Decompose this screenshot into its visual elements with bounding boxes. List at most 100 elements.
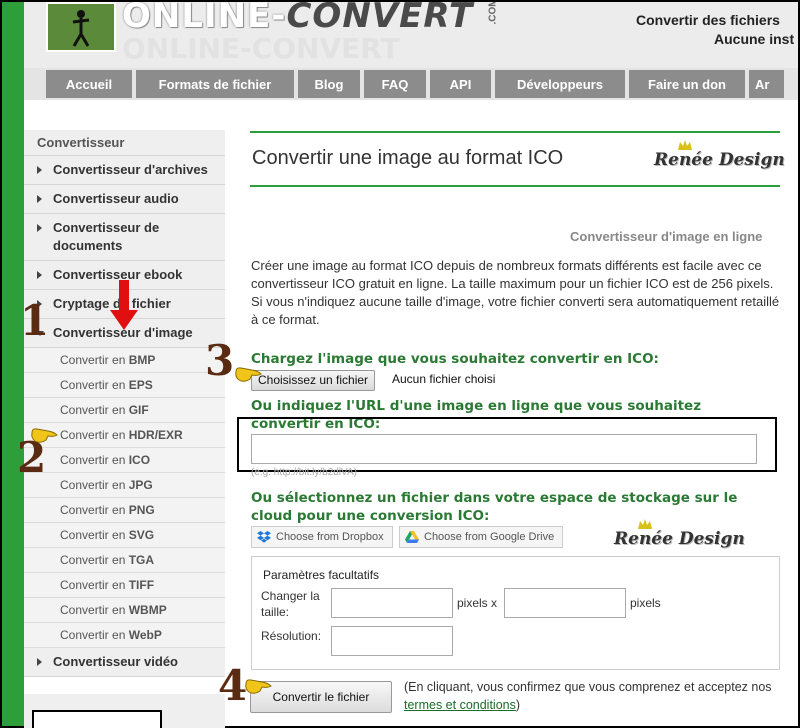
sidebar-item-archives[interactable]: Convertisseur d'archives (24, 156, 225, 185)
resolution-input[interactable] (331, 626, 453, 656)
chevron-right-icon (37, 224, 42, 232)
step-number-1: 1 (20, 296, 50, 345)
google-drive-icon (405, 531, 419, 543)
sidebar-item-label: Convertisseur vidéo (53, 654, 178, 669)
page-title: Convertir une image au format ICO (252, 147, 564, 169)
sidebar-title: Convertisseur (24, 130, 225, 156)
resize-label: Changer la taille: (261, 589, 320, 619)
choose-file-button[interactable]: Choisissez un fichier (251, 370, 376, 391)
submenu-item-wbmp[interactable]: Convertir en WBMP (24, 598, 225, 623)
page-subtitle: Convertisseur d'image en ligne (570, 229, 763, 244)
submenu-item-ico[interactable]: Convertir en ICO (24, 448, 225, 473)
google-drive-label: Choose from Google Drive (424, 531, 555, 543)
logo-part2: CONVERT (286, 2, 474, 36)
google-drive-button[interactable]: Choose from Google Drive (399, 526, 564, 548)
terms-notice-end: ) (515, 698, 521, 712)
submenu-format: WBMP (128, 603, 167, 617)
page-description: Créer une image au format ICO depuis de … (251, 258, 780, 327)
image-submenu: Convertir en BMP Convertir en EPS Converti… (24, 348, 225, 648)
watermark-text: Renée Design (614, 529, 745, 549)
submenu-item-svg[interactable]: Convertir en SVG (24, 523, 225, 548)
submenu-format: HDR/EXR (128, 428, 183, 442)
nav-more[interactable]: Ar (749, 70, 784, 98)
upload-label: Chargez l'image que vous souhaitez conve… (251, 351, 659, 367)
nav-blog[interactable]: Blog (298, 70, 360, 98)
chevron-right-icon (37, 166, 42, 174)
submenu-prefix: Convertir en (60, 603, 126, 617)
sidebar-bottom-box (32, 710, 162, 728)
submenu-prefix: Convertir en (60, 528, 126, 542)
submenu-item-bmp[interactable]: Convertir en BMP (24, 348, 225, 373)
sidebar-item-video[interactable]: Convertisseur vidéo (24, 648, 225, 677)
step-number-4: 4 (218, 661, 248, 710)
height-unit: pixels (630, 596, 661, 610)
logo-reflection: ONLINE-CONVERT (122, 32, 400, 65)
submenu-prefix: Convertir en (60, 378, 126, 392)
submenu-prefix: Convertir en (60, 353, 126, 367)
chevron-right-icon (37, 658, 42, 666)
submenu-item-png[interactable]: Convertir en PNG (24, 498, 225, 523)
dropbox-icon (257, 531, 271, 543)
crown-icon (638, 519, 652, 529)
submenu-item-jpg[interactable]: Convertir en JPG (24, 473, 225, 498)
left-green-strip (2, 2, 24, 726)
sidebar-item-label: Convertisseur de documents (53, 220, 160, 253)
chevron-right-icon (37, 195, 42, 203)
sidebar-item-audio[interactable]: Convertisseur audio (24, 185, 225, 214)
terms-notice-text: (En cliquant, vous confirmez que vous co… (404, 680, 772, 694)
no-file-status: Aucun fichier choisi (392, 372, 496, 386)
nav-formats[interactable]: Formats de fichier (136, 70, 294, 98)
sidebar: Convertisseur Convertisseur d'archives C… (24, 130, 225, 677)
submenu-item-tga[interactable]: Convertir en TGA (24, 548, 225, 573)
url-hint: (e.g. http://bit.ly/b2dlVA) (251, 467, 357, 478)
submenu-format: TGA (128, 553, 155, 567)
watermark-text: Renée Design (654, 150, 785, 170)
pointing-hand-icon (31, 428, 58, 443)
nav-faq[interactable]: FAQ (364, 70, 426, 98)
height-input[interactable] (504, 588, 626, 618)
submenu-prefix: Convertir en (60, 503, 126, 517)
submenu-format: GIF (128, 403, 149, 417)
submenu-format: BMP (128, 353, 156, 367)
sidebar-item-label: Convertisseur d'archives (53, 162, 208, 177)
dropbox-button[interactable]: Choose from Dropbox (251, 526, 393, 548)
nav-api[interactable]: API (430, 70, 491, 98)
nav-developpeurs[interactable]: Développeurs (495, 70, 625, 98)
submenu-format: PNG (128, 503, 155, 517)
submenu-item-gif[interactable]: Convertir en GIF (24, 398, 225, 423)
submenu-prefix: Convertir en (60, 628, 126, 642)
submenu-item-eps[interactable]: Convertir en EPS (24, 373, 225, 398)
resolution-label: Résolution: (261, 629, 322, 643)
main-nav: Accueil Formats de fichier Blog FAQ API … (46, 70, 784, 98)
url-input[interactable] (251, 434, 757, 464)
submenu-prefix: Convertir en (60, 478, 126, 492)
pointing-hand-icon (235, 367, 262, 382)
sidebar-item-label: Convertisseur audio (53, 191, 179, 206)
crown-icon (678, 140, 692, 150)
terms-notice: (En cliquant, vous confirmez que vous co… (404, 678, 800, 714)
submenu-format: WebP (128, 628, 162, 642)
submenu-format: SVG (128, 528, 155, 542)
submenu-prefix: Convertir en (60, 553, 126, 567)
red-arrow-icon (110, 280, 138, 330)
site-logo[interactable]: ONLINE-CONVERT (122, 2, 473, 36)
sidebar-item-documents[interactable]: Convertisseur de documents (24, 214, 225, 261)
terms-link[interactable]: termes et conditions (404, 698, 516, 712)
nav-accueil[interactable]: Accueil (46, 70, 132, 98)
submenu-item-webp[interactable]: Convertir en WebP (24, 623, 225, 648)
submenu-format: JPG (128, 478, 153, 492)
submenu-item-tiff[interactable]: Convertir en TIFF (24, 573, 225, 598)
watermark-logo: Renée Design (654, 140, 785, 170)
width-input[interactable] (331, 588, 453, 618)
site-header: ONLINE-CONVERT ONLINE-CONVERT .COM Conve… (2, 2, 798, 68)
logo-part1: ONLINE- (122, 2, 287, 36)
logo-figure-icon (46, 2, 116, 52)
width-unit: pixels x (457, 596, 498, 610)
optional-settings-title: Paramètres facultatifs (263, 568, 380, 582)
step-number-3: 3 (205, 336, 235, 385)
pointing-hand-icon (245, 679, 272, 694)
dropbox-label: Choose from Dropbox (276, 531, 384, 543)
nav-don[interactable]: Faire un don (629, 70, 745, 98)
submenu-format: ICO (128, 453, 151, 467)
submenu-prefix: Convertir en (60, 578, 126, 592)
